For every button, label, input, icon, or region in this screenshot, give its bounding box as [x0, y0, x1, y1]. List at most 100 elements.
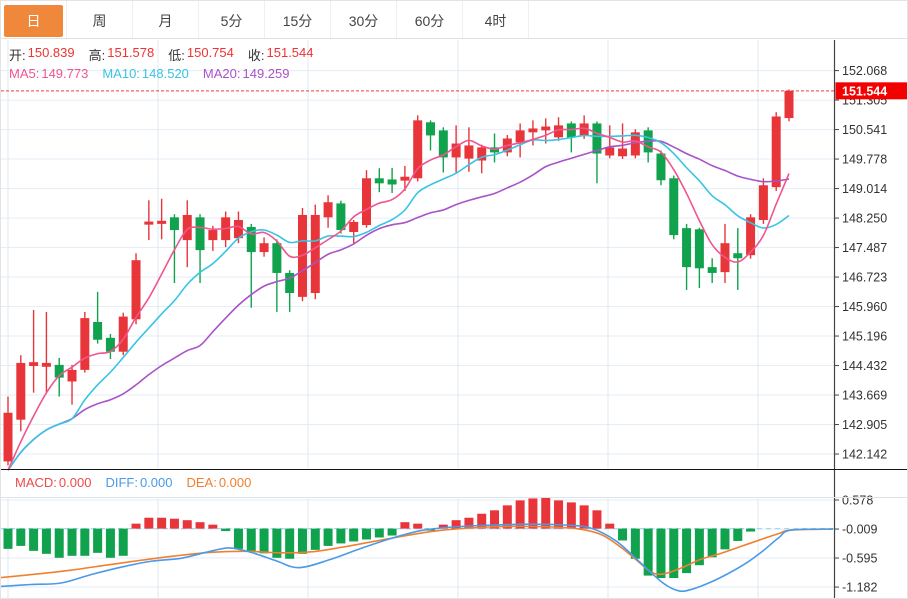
macd-histogram-bar	[336, 528, 346, 544]
macd-histogram-bar	[41, 528, 51, 554]
axis-tick-label: 143.669	[842, 389, 887, 403]
macd-histogram-bar	[656, 528, 666, 579]
candle-body	[400, 176, 410, 181]
macd-histogram-bar	[93, 528, 103, 553]
macd-histogram-bar	[233, 528, 243, 549]
candle-body	[16, 362, 26, 420]
axis-tick-label: 149.014	[842, 182, 887, 196]
tab-week-label: 周	[92, 13, 107, 29]
macd-histogram-bar	[3, 528, 13, 549]
axis-tick-label: -0.009	[842, 523, 877, 537]
macd-histogram-bar	[413, 523, 423, 529]
candle-body	[67, 369, 77, 382]
macd-histogram-bar	[246, 528, 256, 551]
macd-histogram-bar	[67, 528, 77, 556]
axis-tick-label: 0.578	[842, 494, 873, 508]
chart-area: 152.068 151.305 150.541 149.778 149.014 148.2…	[1, 39, 908, 599]
macd-histogram-bar	[182, 520, 192, 529]
axis-tick-label: 144.432	[842, 359, 887, 373]
candle-body	[93, 321, 103, 340]
tab-month[interactable]: 月	[133, 1, 199, 38]
candle-body	[771, 116, 781, 188]
macd-histogram-bar	[105, 528, 115, 558]
candle-body	[323, 202, 333, 218]
macd-histogram-bar	[285, 528, 295, 559]
candle-body	[259, 243, 269, 253]
candle-body	[682, 228, 692, 268]
macd-histogram-bar	[400, 522, 410, 529]
candle-body	[515, 130, 525, 143]
tab-day[interactable]: 日	[1, 1, 67, 38]
candle-body	[310, 214, 320, 294]
macd-histogram-bar	[323, 528, 333, 546]
macd-histogram-bar	[310, 528, 320, 550]
candle-body	[195, 217, 205, 251]
macd-histogram-bar	[169, 518, 179, 529]
axis-tick-label: 145.960	[842, 300, 887, 314]
candle-body	[541, 126, 551, 131]
candle-body	[784, 90, 794, 119]
macd-histogram-bar	[208, 524, 218, 529]
candle-body	[361, 178, 371, 226]
candle-body	[349, 221, 359, 232]
tab-5min[interactable]: 5分	[199, 1, 265, 38]
macd-histogram-bar	[618, 528, 628, 541]
axis-tick-label: 142.142	[842, 448, 887, 462]
macd-histogram-bar	[605, 523, 615, 529]
macd-histogram-bar	[54, 528, 64, 558]
macd-histogram-bar	[259, 528, 269, 554]
tab-month-label: 月	[158, 13, 173, 29]
candle-body	[41, 362, 51, 367]
candle-body	[336, 203, 346, 231]
tab-30min[interactable]: 30分	[331, 1, 397, 38]
tab-4hour[interactable]: 4时	[463, 1, 529, 38]
candle-body	[758, 185, 768, 221]
tab-60min[interactable]: 60分	[397, 1, 463, 38]
period-tabbar: 日 周 月 5分 15分 30分 60分 4时	[1, 1, 907, 39]
tab-15min-label: 15分	[282, 13, 313, 29]
axis-tick-label: -1.182	[842, 581, 877, 595]
macd-histogram-bar	[118, 528, 128, 556]
candlestick-macd-chart[interactable]: 152.068151.305150.541149.778149.014148.2…	[1, 39, 908, 599]
candle-body	[707, 267, 717, 273]
candle-body	[29, 362, 39, 367]
axis-tick-label: 147.487	[842, 241, 887, 255]
candle-body	[656, 153, 666, 181]
axis-tick-label: 152.068	[842, 64, 887, 78]
candle-body	[169, 217, 179, 231]
axis-tick-label: 146.723	[842, 271, 887, 285]
candle-body	[694, 229, 704, 269]
candle-body	[131, 260, 141, 320]
macd-histogram-bar	[707, 528, 717, 558]
candle-body	[426, 122, 436, 136]
axis-tick-label: -0.595	[842, 552, 877, 566]
tab-4hour-label: 4时	[484, 13, 507, 29]
candle-body	[144, 221, 154, 225]
candle-body	[157, 220, 167, 224]
macd-histogram-bar	[221, 528, 231, 532]
macd-histogram-bar	[361, 528, 371, 540]
macd-histogram-bar	[374, 528, 384, 538]
macd-histogram-bar	[195, 522, 205, 529]
candle-body	[464, 145, 474, 159]
tab-15min[interactable]: 15分	[265, 1, 331, 38]
candle-body	[618, 148, 628, 157]
axis-tick-label: 145.196	[842, 330, 887, 344]
candle-body	[605, 147, 615, 156]
macd-histogram-bar	[746, 528, 756, 532]
axis-tick-label: 150.541	[842, 123, 887, 137]
candle-body	[80, 318, 90, 370]
axis-tick-label: 148.250	[842, 212, 887, 226]
tab-week[interactable]: 周	[67, 1, 133, 38]
axis-tick-label: 149.778	[842, 153, 887, 167]
macd-histogram-bar	[349, 528, 359, 542]
macd-histogram-bar	[720, 528, 730, 550]
macd-histogram-bar	[592, 510, 602, 529]
tabbar-filler	[529, 1, 907, 38]
candle-body	[208, 230, 218, 241]
candle-body	[669, 178, 679, 236]
macd-histogram-bar	[387, 528, 397, 536]
macd-histogram-bar	[579, 505, 589, 529]
tab-60min-label: 60分	[414, 13, 445, 29]
current-price-badge-value: 151.544	[842, 84, 887, 98]
